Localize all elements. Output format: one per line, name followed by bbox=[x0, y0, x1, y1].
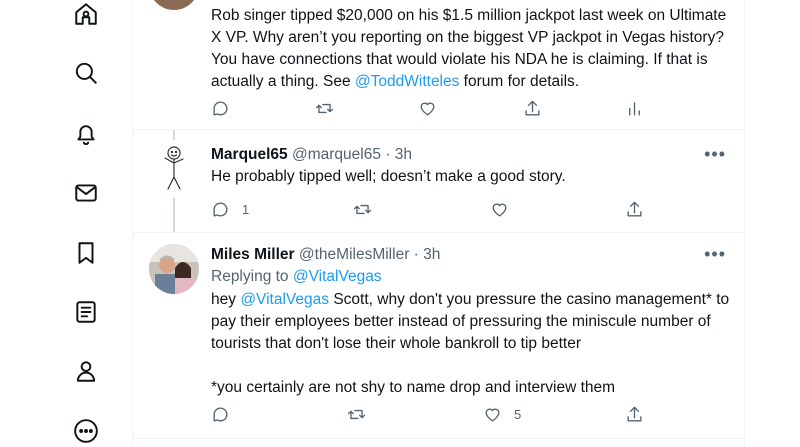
share-icon bbox=[627, 406, 642, 422]
home-icon[interactable] bbox=[70, 0, 102, 30]
mention-link[interactable]: @VitalVegas bbox=[293, 268, 382, 285]
like-button[interactable]: 5 bbox=[483, 405, 521, 424]
avatar[interactable] bbox=[149, 244, 199, 294]
timeline-feed: Rob singer tipped $20,000 on his $1.5 mi… bbox=[132, 0, 745, 447]
display-name[interactable]: Marquel65 bbox=[211, 146, 288, 163]
heart-icon bbox=[485, 408, 500, 422]
tweet-actions: 5 bbox=[211, 405, 644, 427]
notifications-icon[interactable] bbox=[70, 118, 102, 150]
replying-to: Replying to @VitalVegas bbox=[211, 268, 382, 285]
analytics-button[interactable] bbox=[625, 99, 644, 118]
timestamp[interactable]: 3h bbox=[423, 246, 440, 263]
avatar[interactable] bbox=[149, 0, 199, 10]
heart-icon bbox=[420, 102, 435, 116]
heart-icon bbox=[492, 203, 507, 217]
like-count: 5 bbox=[514, 407, 522, 422]
mention-link[interactable]: @ToddWitteles bbox=[355, 73, 459, 90]
reply-button[interactable] bbox=[211, 99, 230, 118]
retweet-button[interactable] bbox=[353, 200, 372, 219]
profile-icon[interactable] bbox=[70, 355, 102, 387]
sidebar-nav bbox=[0, 0, 132, 447]
mention-link[interactable]: @VitalVegas bbox=[240, 291, 329, 308]
divider bbox=[133, 129, 744, 130]
retweet-button[interactable] bbox=[347, 405, 366, 424]
share-button[interactable] bbox=[625, 200, 644, 219]
user-handle[interactable]: @theMilesMiller bbox=[299, 246, 409, 263]
retweet-icon bbox=[347, 409, 366, 420]
reply-count: 1 bbox=[242, 202, 250, 217]
share-icon bbox=[627, 201, 642, 217]
reply-icon bbox=[213, 202, 228, 217]
share-button[interactable] bbox=[523, 99, 542, 118]
retweet-icon bbox=[315, 103, 334, 114]
explore-icon[interactable] bbox=[70, 57, 102, 89]
display-name[interactable]: Miles Miller bbox=[211, 246, 295, 263]
bookmarks-icon[interactable] bbox=[70, 237, 102, 269]
messages-icon[interactable] bbox=[70, 177, 102, 209]
reply-button[interactable] bbox=[211, 405, 230, 424]
more-icon[interactable] bbox=[70, 415, 102, 447]
more-options-button[interactable]: ••• bbox=[704, 244, 726, 265]
share-icon bbox=[525, 100, 540, 116]
reply-button[interactable]: 1 bbox=[211, 200, 249, 219]
tweet-actions bbox=[211, 99, 641, 121]
user-handle[interactable]: @marquel65 bbox=[292, 146, 381, 163]
tweet-text: hey @VitalVegas Scott, why don't you pre… bbox=[211, 291, 730, 396]
thread-line bbox=[173, 130, 175, 140]
tweet-header: Marquel65 @marquel65 · 3h bbox=[211, 146, 413, 163]
like-button[interactable] bbox=[490, 200, 509, 219]
divider bbox=[133, 232, 744, 233]
thread-line bbox=[173, 198, 175, 233]
tweet-text: Rob singer tipped $20,000 on his $1.5 mi… bbox=[211, 7, 731, 90]
like-button[interactable] bbox=[418, 99, 437, 118]
tweet-actions: 1 bbox=[211, 200, 644, 222]
retweet-button[interactable] bbox=[315, 99, 334, 118]
avatar[interactable] bbox=[149, 142, 199, 192]
retweet-icon bbox=[353, 204, 372, 215]
reply-icon bbox=[213, 407, 228, 422]
share-button[interactable] bbox=[625, 405, 644, 424]
analytics-icon bbox=[629, 102, 640, 116]
reply-icon bbox=[213, 101, 228, 116]
timestamp[interactable]: 3h bbox=[395, 146, 412, 163]
more-options-button[interactable]: ••• bbox=[704, 144, 726, 165]
tweet-header: Miles Miller @theMilesMiller · 3h bbox=[211, 246, 441, 263]
tweet-text: He probably tipped well; doesn’t make a … bbox=[211, 168, 566, 185]
lists-icon[interactable] bbox=[70, 296, 102, 328]
divider bbox=[133, 438, 744, 439]
